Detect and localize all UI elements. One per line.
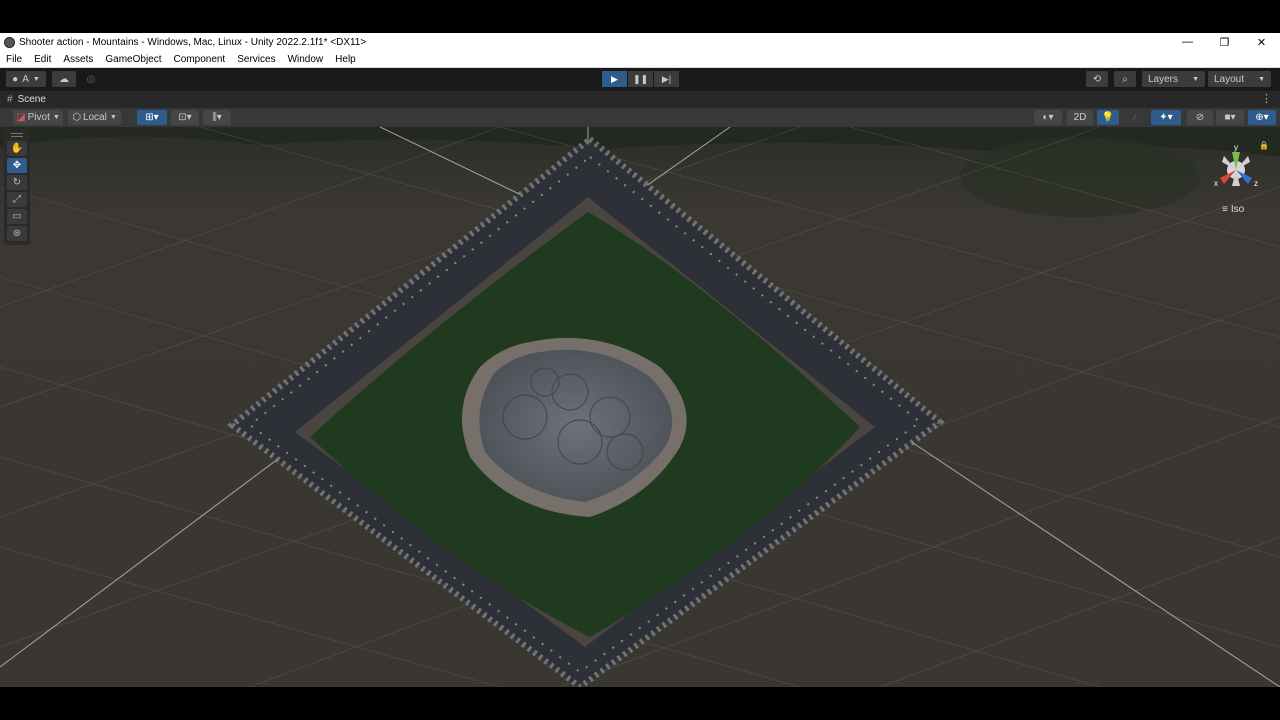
- menu-lines-icon: ≡: [1222, 204, 1228, 215]
- scene-viewport[interactable]: [0, 127, 1280, 687]
- title-bar: Shooter action - Mountains - Windows, Ma…: [0, 33, 1280, 51]
- main-toolbar: ● A ▼ ☁ ◎ ▶ ❚❚ ▶| ⟲ ⌕ Layers ▼ Layout ▼: [0, 68, 1280, 91]
- menu-file[interactable]: File: [0, 54, 28, 65]
- eye-slash-icon: ⊘: [1195, 112, 1205, 123]
- shading-mode-icon: ◐▾: [1042, 112, 1054, 123]
- projection-toggle[interactable]: ≡ Iso: [1222, 204, 1244, 215]
- local-dropdown[interactable]: ⬡ Local ▼: [68, 110, 121, 125]
- lock-icon[interactable]: 🔒: [1259, 141, 1269, 150]
- tool-palette: ✋ ✥ ↻ ⤢ ▭ ⊛: [4, 129, 30, 245]
- pause-button[interactable]: ❚❚: [628, 71, 653, 87]
- menu-bar: File Edit Assets GameObject Component Se…: [0, 51, 1280, 68]
- scene-tab-bar: # Scene ⋮: [0, 91, 1280, 108]
- camera-dropdown[interactable]: ■▾: [1216, 110, 1244, 125]
- grid-snap-toggle[interactable]: ⊞▾: [137, 110, 167, 125]
- search-button[interactable]: ⌕: [1114, 71, 1136, 87]
- collab-icon: ◎: [86, 73, 96, 85]
- collab-button[interactable]: ◎: [80, 71, 102, 87]
- mode-2d-label: 2D: [1073, 112, 1087, 123]
- hand-tool-icon[interactable]: ✋: [7, 141, 27, 156]
- orientation-gizmo[interactable]: x y z 🔒: [1208, 140, 1269, 200]
- gizmos-dropdown[interactable]: ⊕▾: [1248, 110, 1276, 125]
- cloud-icon: ☁: [59, 73, 69, 85]
- undo-history-button[interactable]: ⟲: [1086, 71, 1108, 87]
- audio-toggle[interactable]: ♪: [1123, 110, 1145, 125]
- account-icon: ●: [12, 73, 19, 85]
- letterbox-bottom: [0, 687, 1280, 720]
- layout-label: Layout: [1214, 73, 1245, 85]
- history-icon: ⟲: [1092, 73, 1102, 85]
- grid-icon: #: [7, 94, 13, 105]
- transform-tool-icon[interactable]: ⊛: [7, 226, 27, 241]
- gizmo-cones: [1220, 152, 1252, 186]
- move-tool-icon[interactable]: ✥: [7, 158, 27, 173]
- chevron-down-icon: ▼: [1192, 75, 1199, 83]
- camera-icon: ■▾: [1224, 112, 1236, 123]
- menu-window[interactable]: Window: [282, 54, 330, 65]
- unity-logo-icon: [4, 36, 15, 48]
- tree-cluster: [960, 137, 1200, 217]
- gizmo-y-label: y: [1234, 143, 1238, 152]
- layout-dropdown[interactable]: Layout ▼: [1208, 71, 1271, 87]
- menu-assets[interactable]: Assets: [57, 54, 99, 65]
- step-button[interactable]: ▶|: [654, 71, 679, 87]
- draw-mode-dropdown[interactable]: ◐▾: [1034, 110, 1062, 125]
- menu-services[interactable]: Services: [231, 54, 281, 65]
- account-dropdown[interactable]: ● A ▼: [6, 71, 46, 87]
- mode-2d-toggle[interactable]: 2D: [1067, 110, 1093, 125]
- window-title: Shooter action - Mountains - Windows, Ma…: [19, 36, 367, 48]
- grid-visibility-dropdown[interactable]: ⊡▾: [171, 110, 199, 125]
- grid-snap-icon: ⊞▾: [145, 112, 159, 123]
- increment-snap-icon: ⫼▾: [212, 112, 222, 123]
- effects-dropdown[interactable]: ✦▾: [1151, 110, 1181, 125]
- increment-snap-dropdown[interactable]: ⫼▾: [203, 110, 231, 125]
- rect-tool-icon[interactable]: ▭: [7, 209, 27, 224]
- audio-icon: ♪: [1131, 112, 1137, 123]
- chevron-down-icon: ▼: [109, 114, 117, 121]
- light-bulb-icon: 💡: [1101, 112, 1115, 123]
- menu-help[interactable]: Help: [329, 54, 362, 65]
- restore-button[interactable]: ❐: [1206, 33, 1243, 51]
- layers-dropdown[interactable]: Layers ▼: [1142, 71, 1205, 87]
- palette-drag-handle[interactable]: [4, 131, 30, 139]
- play-icon: ▶: [611, 73, 618, 84]
- local-icon: ⬡: [72, 112, 81, 123]
- rotate-tool-icon[interactable]: ↻: [7, 175, 27, 190]
- local-label: Local: [82, 112, 107, 123]
- kebab-menu-icon[interactable]: ⋮: [1261, 92, 1272, 105]
- scale-tool-icon[interactable]: ⤢: [7, 192, 27, 207]
- chevron-down-icon: ▼: [52, 114, 60, 121]
- chevron-down-icon: ▼: [1258, 75, 1265, 83]
- lighting-toggle[interactable]: 💡: [1097, 110, 1119, 125]
- gizmo-z-label: z: [1254, 179, 1258, 188]
- play-controls: ▶ ❚❚ ▶|: [602, 71, 680, 87]
- pivot-dropdown[interactable]: ◪ Pivot ▼: [13, 110, 63, 125]
- gizmos-icon: ⊕▾: [1255, 112, 1269, 123]
- pause-icon: ❚❚: [632, 73, 649, 84]
- close-button[interactable]: ✕: [1243, 33, 1280, 51]
- layers-label: Layers: [1148, 73, 1179, 85]
- projection-label: Iso: [1230, 204, 1245, 215]
- step-icon: ▶|: [661, 73, 672, 84]
- gizmo-x-label: x: [1214, 179, 1218, 188]
- menu-edit[interactable]: Edit: [28, 54, 57, 65]
- play-button[interactable]: ▶: [602, 71, 627, 87]
- scene-render: [0, 127, 1280, 687]
- window-controls: — ❐ ✕: [1169, 33, 1280, 51]
- cloud-button[interactable]: ☁: [52, 71, 76, 87]
- account-label: A: [22, 73, 29, 85]
- tab-scene[interactable]: Scene: [18, 94, 46, 105]
- search-icon: ⌕: [1122, 73, 1128, 85]
- chevron-down-icon: ▼: [32, 75, 40, 83]
- grid-visibility-icon: ⊡▾: [178, 112, 192, 123]
- effects-icon: ✦▾: [1159, 112, 1173, 123]
- pivot-icon: ◪: [16, 112, 26, 123]
- menu-gameobject[interactable]: GameObject: [99, 54, 167, 65]
- scene-toolbar: ◪ Pivot ▼ ⬡ Local ▼ ⊞▾ ⊡▾ ⫼▾ ◐▾ 2D 💡 ♪ ✦…: [0, 108, 1280, 127]
- hidden-objects-toggle[interactable]: ⊘: [1187, 110, 1213, 125]
- pivot-label: Pivot: [27, 112, 50, 123]
- letterbox-top: [0, 0, 1280, 33]
- menu-component[interactable]: Component: [168, 54, 232, 65]
- minimize-button[interactable]: —: [1169, 33, 1206, 51]
